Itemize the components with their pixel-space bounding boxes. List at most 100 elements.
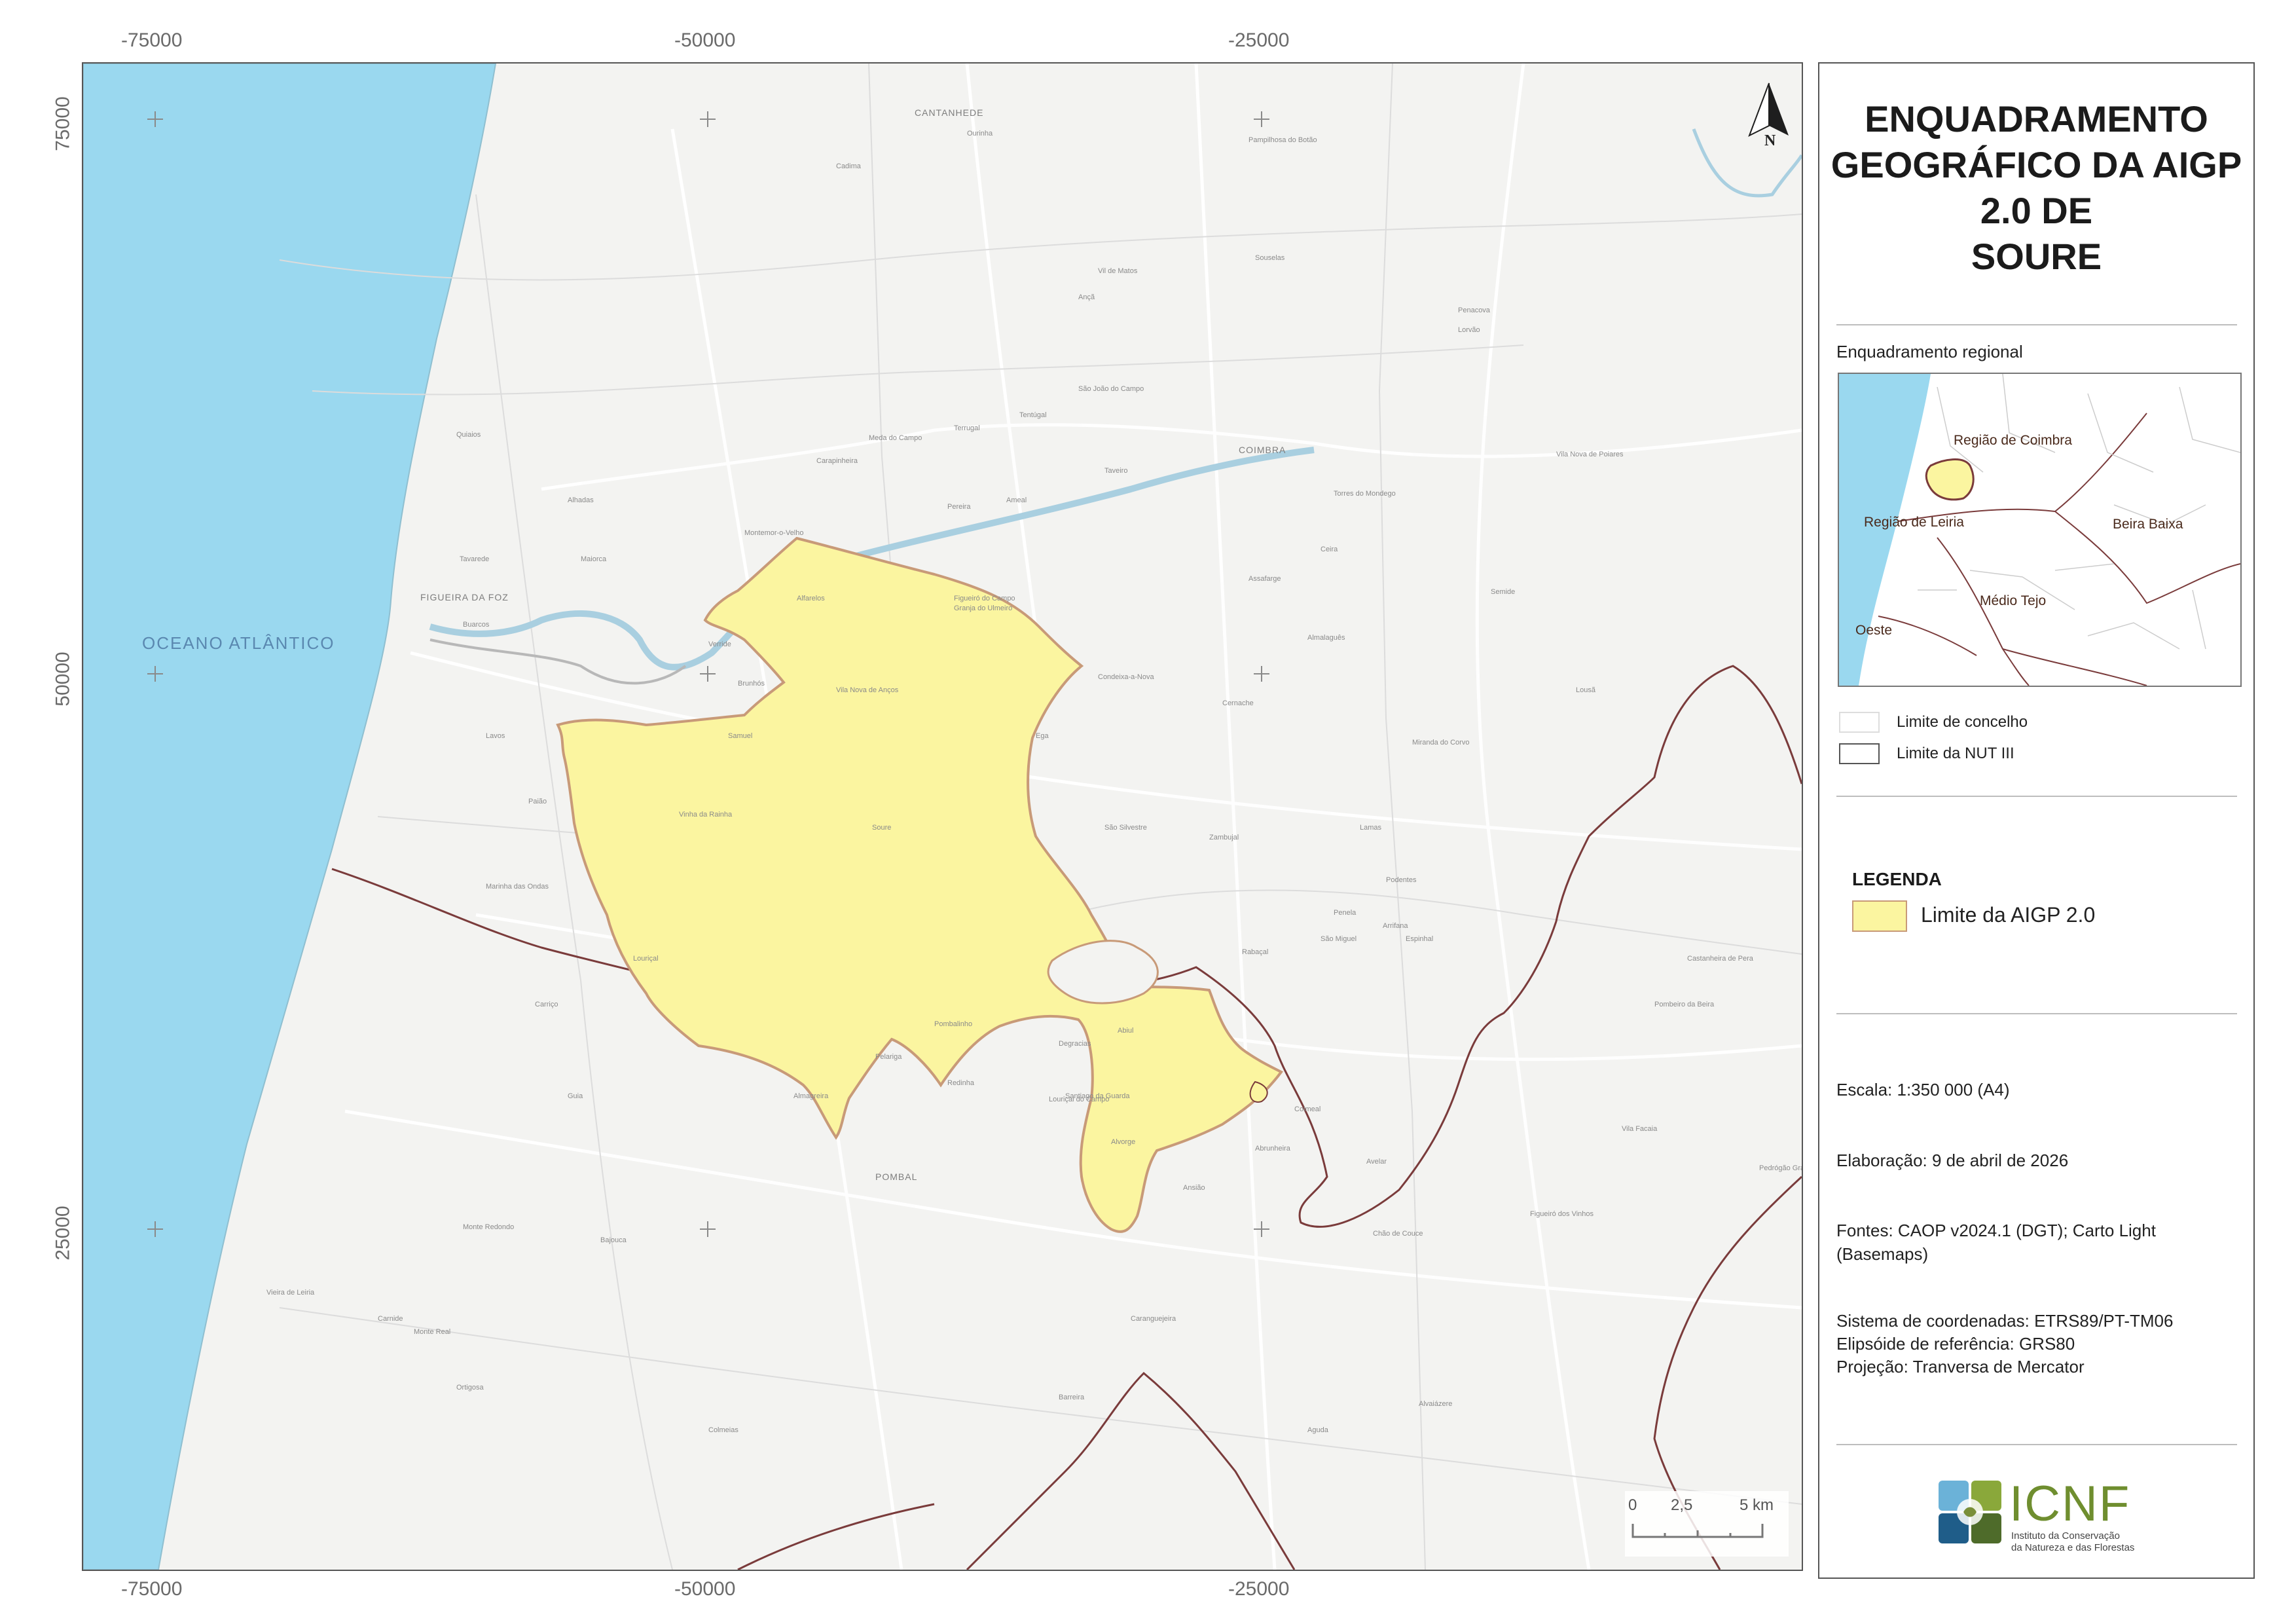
place-label: Louriçal: [633, 955, 659, 963]
place-label: Figueiró dos Vinhos: [1530, 1210, 1594, 1218]
logo-subtitle: da Natureza e das Florestas: [2011, 1542, 2135, 1553]
map-area[interactable]: CANTANHEDE COIMBRA FIGUEIRA DA FOZ POMBA…: [82, 62, 1803, 1571]
place-label: Castanheira de Pera: [1687, 955, 1754, 963]
info-ellipsoid: Elipsóide de referência: GRS80: [1836, 1334, 2075, 1354]
place-label: Louriçal do Campo: [1049, 1096, 1109, 1103]
place-label: Guia: [568, 1092, 583, 1100]
place-major: COIMBRA: [1239, 445, 1286, 455]
place-label: Pombalinho: [934, 1020, 972, 1028]
place-label: Alvaiázere: [1419, 1400, 1452, 1408]
place-label: Alfarelos: [797, 595, 825, 602]
place-label: Tavarede: [460, 555, 489, 563]
place-label: Miranda do Corvo: [1412, 739, 1469, 747]
place-label: São João do Campo: [1078, 385, 1144, 393]
place-label: Samuel: [728, 732, 752, 740]
side-panel: ENQUADRAMENTO GEOGRÁFICO DA AIGP 2.0 DE …: [1818, 62, 2255, 1579]
map-title: ENQUADRAMENTO GEOGRÁFICO DA AIGP 2.0 DE …: [1819, 96, 2253, 280]
title-line: SOURE: [1971, 236, 2102, 277]
place-label: Vil de Matos: [1098, 267, 1138, 275]
place-label: Lavos: [486, 732, 505, 740]
axis-top-label: -75000: [121, 29, 183, 51]
axis-bottom-label: -25000: [1228, 1578, 1290, 1600]
info-scale: Escala: 1:350 000 (A4): [1836, 1080, 2010, 1099]
place-major: CANTANHEDE: [915, 107, 983, 118]
ocean: [83, 64, 497, 1570]
place-label: Abrunheira: [1255, 1145, 1291, 1153]
place-label: São Miguel: [1321, 935, 1357, 943]
place-label: Ortigosa: [456, 1384, 484, 1392]
place-label: Taveiro: [1104, 467, 1127, 475]
place-label: Ansião: [1183, 1184, 1205, 1192]
place-label: Soure: [872, 824, 891, 832]
place-major: POMBAL: [875, 1172, 917, 1182]
place-major: FIGUEIRA DA FOZ: [420, 592, 509, 602]
place-label: Pedrógão Grande: [1759, 1164, 1802, 1172]
place-label: Monte Real: [414, 1328, 450, 1336]
place-label: Ourinha: [967, 130, 993, 138]
title-line: GEOGRÁFICO DA AIGP: [1831, 144, 2242, 185]
place-label: Vila Nova de Poiares: [1556, 451, 1624, 458]
place-label: Verride: [708, 640, 731, 648]
concelho-swatch: [1839, 712, 1880, 733]
place-label: Brunhós: [738, 680, 765, 688]
place-label: Arrifana: [1383, 922, 1408, 930]
place-label: Vila Nova de Anços: [836, 686, 899, 694]
place-label: Ançã: [1078, 293, 1095, 301]
north-letter: N: [1764, 132, 1776, 149]
place-label: Torres do Mondego: [1334, 490, 1396, 498]
axis-bottom-label: -50000: [674, 1578, 736, 1600]
region-label: Oeste: [1855, 623, 1893, 638]
axis-left-label: 50000: [52, 652, 74, 707]
place-label: Pelariga: [875, 1053, 902, 1061]
scale-bar-graphic: [1631, 1524, 1764, 1538]
place-label: Alvorge: [1111, 1138, 1135, 1146]
scale-label: 0: [1628, 1496, 1637, 1514]
axis-left-label: 25000: [52, 1206, 74, 1261]
place-label: Pombeiro da Beira: [1654, 1001, 1715, 1008]
place-label: Vinha da Rainha: [679, 811, 733, 819]
place-label: Lorvão: [1458, 326, 1480, 334]
place-label: Souselas: [1255, 254, 1285, 262]
aigp-swatch: [1852, 900, 1907, 932]
place-label: Marinha das Ondas: [486, 883, 549, 891]
place-label: Lamas: [1360, 824, 1382, 832]
place-label: Tentúgal: [1019, 411, 1047, 419]
region-label: Região de Leiria: [1864, 515, 1964, 530]
nut-label: Limite da NUT III: [1897, 745, 2014, 762]
place-label: Podentes: [1386, 876, 1417, 884]
region-label: Beira Baixa: [2113, 517, 2183, 532]
concelho-label: Limite de concelho: [1897, 713, 2028, 731]
legend-title: LEGENDA: [1852, 869, 1942, 889]
region-label: Região de Coimbra: [1954, 433, 2072, 448]
place-label: Semide: [1491, 588, 1515, 596]
axis-top-label: -50000: [674, 29, 736, 51]
place-label: Carapinheira: [816, 457, 858, 465]
aigp-legend-label: Limite da AIGP 2.0: [1921, 903, 2096, 927]
info-sources: Fontes: CAOP v2024.1 (DGT); Carto Light: [1836, 1221, 2156, 1240]
title-line: ENQUADRAMENTO: [1865, 98, 2208, 139]
place-label: Buarcos: [463, 621, 490, 629]
logo-subtitle: Instituto da Conservação: [2011, 1530, 2120, 1541]
place-label: Maiorca: [581, 555, 607, 563]
place-label: Degracias: [1059, 1040, 1091, 1048]
axis-bottom-label: -75000: [121, 1578, 183, 1600]
icnf-logo: ICNF Instituto da Conservação da Naturez…: [1937, 1476, 2160, 1553]
place-label: Meda do Campo: [869, 434, 922, 442]
place-label: Terrugal: [954, 424, 980, 432]
axis-left-label: 75000: [52, 96, 74, 151]
place-label: Almalaguês: [1307, 634, 1345, 642]
inset-title: Enquadramento regional: [1836, 342, 2023, 361]
place-label: Bajouca: [600, 1236, 627, 1244]
place-label: Quiaios: [456, 431, 481, 439]
info-projection: Projeção: Tranversa de Mercator: [1836, 1357, 2085, 1376]
place-label: Monte Redondo: [463, 1223, 514, 1231]
map-canvas: CANTANHEDE COIMBRA FIGUEIRA DA FOZ POMBA…: [83, 64, 1802, 1570]
logo-name: ICNF: [2009, 1476, 2131, 1532]
regional-inset-map[interactable]: Região de Coimbra Região de Leiria Beira…: [1838, 373, 2242, 687]
place-label: Ceira: [1321, 545, 1338, 553]
region-label: Médio Tejo: [1980, 593, 2047, 608]
place-label: Paião: [528, 798, 547, 805]
place-label: Ega: [1036, 732, 1049, 740]
place-label: Cernache: [1222, 699, 1254, 707]
place-label: São Silvestre: [1104, 824, 1147, 832]
